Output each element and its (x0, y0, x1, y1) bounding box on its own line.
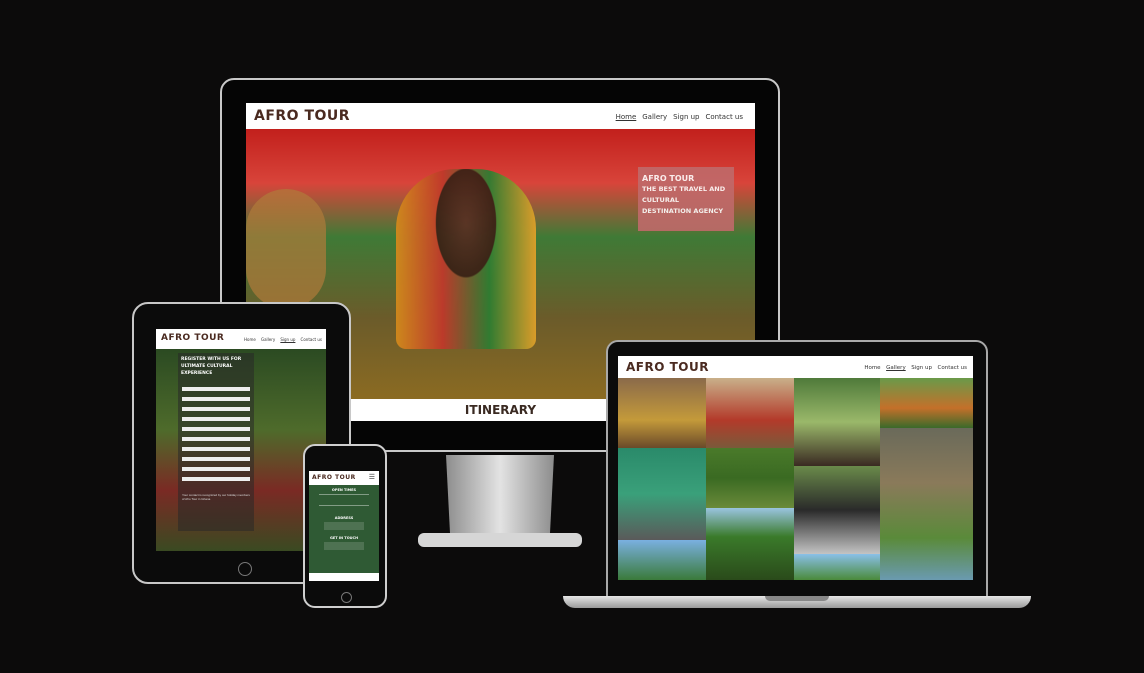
signup-form: REGISTER WITH US FOR ULTIMATE CULTURAL E… (178, 353, 254, 531)
address-heading: ADDRESS (334, 516, 354, 520)
hero-banner: AFRO TOUR THE BEST TRAVEL AND CULTURAL D… (638, 167, 734, 231)
phone-social-bar (309, 573, 379, 581)
nav-home[interactable]: Home (864, 365, 880, 371)
phone-home-button[interactable] (341, 592, 352, 603)
gallery-photo-3[interactable] (794, 378, 880, 466)
phone-navbar: AFRO TOUR ☰ (309, 471, 379, 485)
laptop-notch (765, 596, 829, 601)
gallery-photo-9[interactable] (706, 508, 794, 580)
open-times-table (319, 494, 369, 506)
form-field-3[interactable] (182, 407, 250, 411)
phone-logo[interactable]: AFRO TOUR (312, 474, 356, 481)
nav-contact[interactable]: Contact us (301, 337, 322, 342)
monitor-stand (418, 455, 582, 547)
nav-gallery[interactable]: Gallery (261, 337, 275, 342)
desktop-nav: Home Gallery Sign up Contact us (612, 113, 743, 121)
open-times-heading: OPEN TIMES (331, 488, 357, 492)
tablet-screen: AFRO TOUR Home Gallery Sign up Contact u… (156, 329, 326, 551)
laptop-screen: AFRO TOUR Home Gallery Sign up Contact u… (618, 356, 973, 580)
tablet-navbar: AFRO TOUR Home Gallery Sign up Contact u… (156, 329, 326, 349)
nav-contact[interactable]: Contact us (705, 113, 743, 121)
hamburger-icon[interactable]: ☰ (369, 473, 375, 481)
gallery-photo-12[interactable] (880, 538, 973, 580)
form-heading: REGISTER WITH US FOR ULTIMATE CULTURAL E… (181, 357, 242, 376)
form-field-10[interactable] (182, 477, 250, 481)
gallery-photo-5[interactable] (880, 428, 973, 538)
gallery-grid (618, 378, 973, 580)
desktop-navbar: AFRO TOUR Home Gallery Sign up Contact u… (246, 103, 755, 129)
contact-text (324, 542, 364, 550)
itinerary-heading: ITINERARY (464, 403, 537, 417)
tablet-nav: Home Gallery Sign up Contact us (240, 337, 322, 342)
nav-signup[interactable]: Sign up (280, 337, 295, 342)
nav-signup[interactable]: Sign up (673, 113, 699, 121)
hero-title: AFRO TOUR (642, 174, 695, 183)
gallery-photo-2[interactable] (706, 378, 794, 448)
phone-footer-info: OPEN TIMES ADDRESS GET IN TOUCH (309, 485, 379, 573)
tablet-logo[interactable]: AFRO TOUR (161, 333, 224, 343)
form-field-9[interactable] (182, 467, 250, 471)
laptop-nav: Home Gallery Sign up Contact us (860, 365, 967, 371)
chief-figure (396, 169, 536, 349)
gallery-photo-8[interactable] (794, 466, 880, 554)
nav-gallery[interactable]: Gallery (886, 365, 906, 371)
gallery-photo-6[interactable] (618, 448, 706, 540)
form-field-6[interactable] (182, 437, 250, 441)
form-field-8[interactable] (182, 457, 250, 461)
desktop-logo[interactable]: AFRO TOUR (254, 108, 350, 124)
drum-shape (246, 189, 326, 309)
nav-home[interactable]: Home (616, 113, 637, 121)
form-field-4[interactable] (182, 417, 250, 421)
form-field-5[interactable] (182, 427, 250, 431)
nav-signup[interactable]: Sign up (911, 365, 932, 371)
gallery-photo-11[interactable] (794, 554, 880, 580)
nav-gallery[interactable]: Gallery (642, 113, 667, 121)
form-field-1[interactable] (182, 387, 250, 391)
form-consent-text: Your contact is recognized by our holida… (182, 493, 250, 501)
tablet-home-button[interactable] (238, 562, 252, 576)
get-in-touch-heading: GET IN TOUCH (329, 536, 359, 540)
form-field-7[interactable] (182, 447, 250, 451)
gallery-photo-10[interactable] (618, 540, 706, 580)
laptop-logo[interactable]: AFRO TOUR (626, 360, 709, 374)
laptop-navbar: AFRO TOUR Home Gallery Sign up Contact u… (618, 356, 973, 378)
form-field-2[interactable] (182, 397, 250, 401)
gallery-photo-1[interactable] (618, 378, 706, 448)
gallery-photo-4[interactable] (880, 378, 973, 428)
phone-screen: AFRO TOUR ☰ OPEN TIMES ADDRESS GET IN TO… (309, 471, 379, 581)
nav-home[interactable]: Home (244, 337, 256, 342)
nav-contact[interactable]: Contact us (938, 365, 968, 371)
address-text (324, 522, 364, 530)
hero-subtitle: THE BEST TRAVEL AND CULTURAL DESTINATION… (642, 185, 726, 215)
gallery-photo-7[interactable] (706, 448, 794, 508)
tablet-background-photo: REGISTER WITH US FOR ULTIMATE CULTURAL E… (156, 349, 326, 551)
